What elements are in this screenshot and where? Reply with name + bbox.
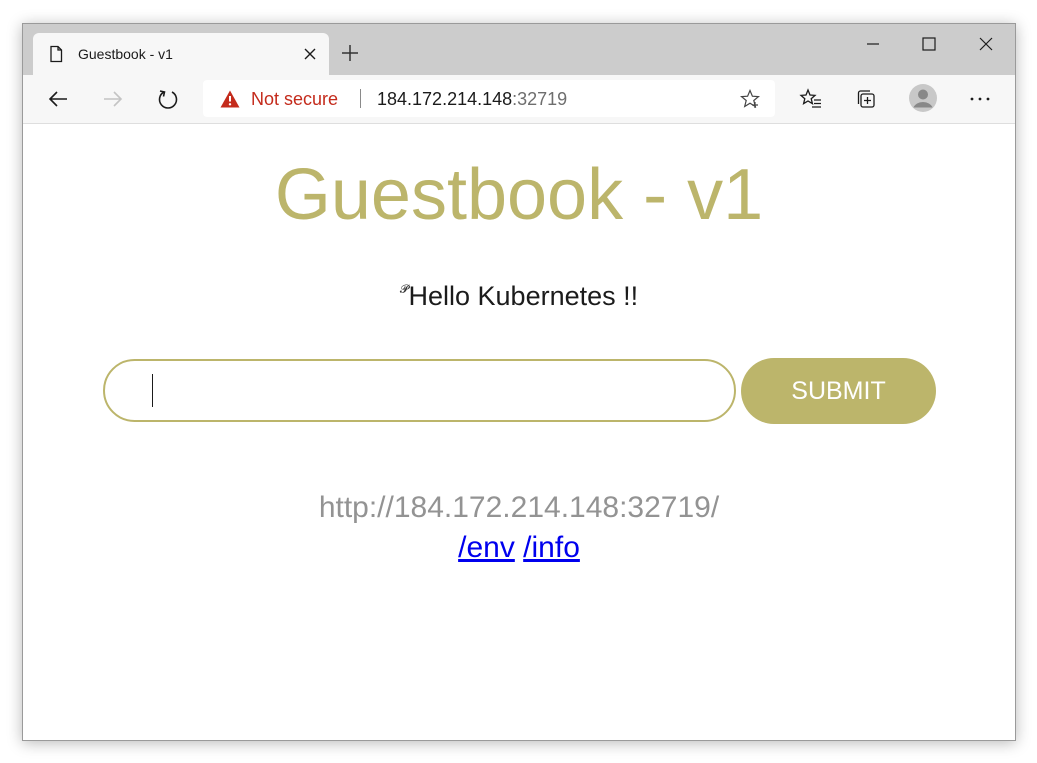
greeting-glyph: 𝓟 [399, 282, 409, 296]
info-link[interactable]: /info [523, 531, 580, 564]
address-divider [360, 89, 361, 108]
page-content: Guestbook - v1 𝓟Hello Kubernetes !! SUBM… [23, 124, 1015, 740]
page-icon [47, 45, 65, 63]
warning-icon [220, 90, 240, 108]
back-arrow-icon[interactable] [46, 87, 70, 111]
endpoint-links: /env /info [23, 531, 1015, 565]
security-label[interactable]: Not secure [251, 89, 338, 110]
url-port: :32719 [512, 89, 568, 109]
tab-guestbook[interactable]: Guestbook - v1 [33, 33, 329, 75]
collections-icon[interactable] [855, 87, 879, 111]
greeting-line: 𝓟Hello Kubernetes !! [23, 281, 1015, 312]
url-text[interactable]: 184.172.214.148:32719 [377, 89, 567, 110]
greeting-text: Hello Kubernetes !! [408, 281, 639, 311]
text-caret [152, 374, 153, 407]
close-tab-icon[interactable] [302, 46, 318, 62]
favorites-icon[interactable] [799, 87, 823, 111]
profile-avatar-icon[interactable] [908, 83, 938, 113]
close-window-icon[interactable] [976, 34, 996, 54]
refresh-icon[interactable] [156, 87, 180, 111]
new-tab-icon[interactable] [340, 43, 360, 63]
browser-window: Guestbook - v1 Not secure 184.172.214.14… [22, 23, 1016, 741]
env-link[interactable]: /env [458, 531, 515, 564]
minimize-icon[interactable] [863, 34, 883, 54]
tab-title: Guestbook - v1 [78, 46, 173, 62]
more-icon[interactable] [968, 87, 992, 111]
url-host: 184.172.214.148 [377, 89, 513, 109]
address-bar[interactable]: Not secure 184.172.214.148:32719 [203, 80, 775, 117]
submit-button[interactable]: SUBMIT [741, 358, 936, 424]
browser-toolbar: Not secure 184.172.214.148:32719 [23, 75, 1015, 124]
host-url: http://184.172.214.148:32719/ [318, 491, 720, 524]
page-title: Guestbook - v1 [274, 155, 764, 235]
guestbook-entry-input[interactable] [103, 359, 736, 422]
star-icon[interactable] [739, 88, 761, 109]
maximize-icon[interactable] [919, 34, 939, 54]
forward-arrow-icon[interactable] [101, 87, 125, 111]
tab-strip: Guestbook - v1 [23, 24, 1015, 75]
